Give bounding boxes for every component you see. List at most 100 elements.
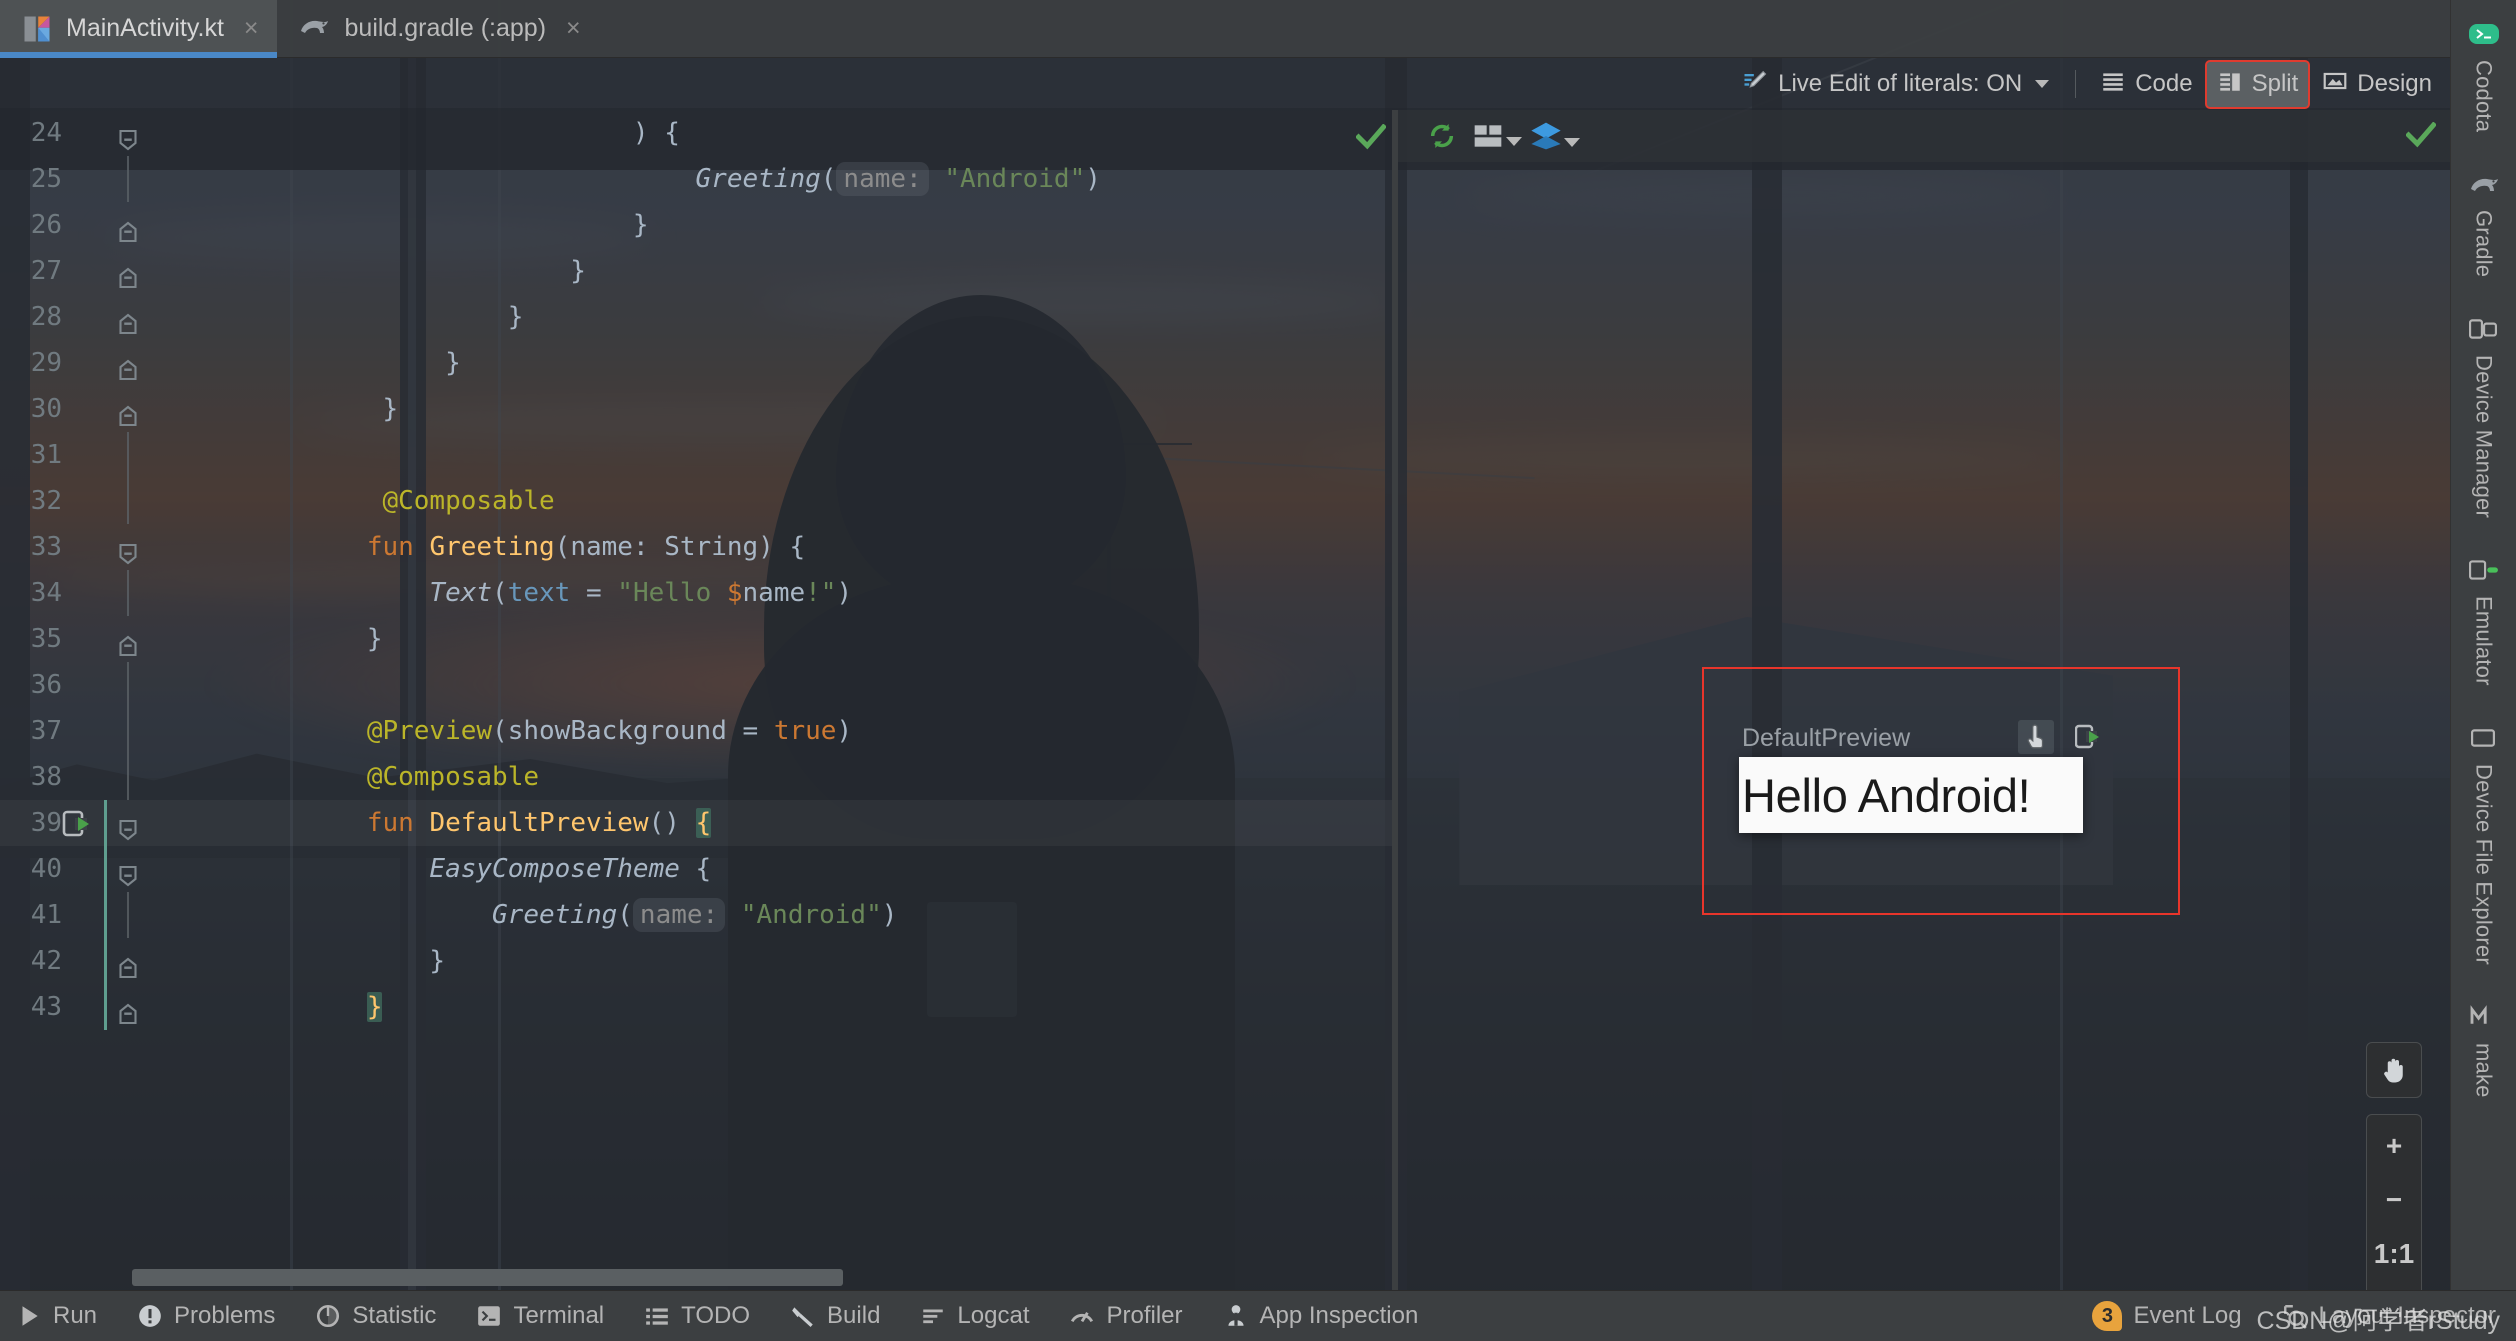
line-number: 38	[30, 762, 62, 792]
live-edit-label: Live Edit of literals: ON	[1778, 70, 2023, 97]
code-line: 42 }	[0, 938, 1392, 984]
fold-marker-icon[interactable]	[116, 305, 140, 335]
sidebar-item-device-file-explorer[interactable]: Device File Explorer	[2451, 712, 2516, 991]
layout-inspector-icon	[2282, 1303, 2308, 1329]
status-item-profiler[interactable]: Profiler	[1049, 1291, 1202, 1341]
editor-inspection-strip[interactable]	[1354, 110, 1392, 1290]
line-number: 36	[30, 670, 62, 700]
code-line: 34 Text(text = "Hello $name!")	[0, 570, 1392, 616]
status-item-logcat[interactable]: Logcat	[900, 1291, 1049, 1341]
mode-label: Code	[2135, 70, 2193, 97]
fold-marker-icon[interactable]	[116, 397, 140, 427]
chevron-down-icon[interactable]	[1506, 137, 1522, 146]
compose-preview-pane[interactable]: DefaultPreview Hello Android! + − 1:1	[1398, 110, 2450, 1290]
right-tool-sidebar: Codota Gradle Device Manager Emulator De…	[2450, 0, 2516, 1290]
interactive-mode-icon[interactable]	[2018, 720, 2054, 754]
sidebar-item-label: Device Manager	[2471, 355, 2497, 519]
editor-horizontal-scrollbar[interactable]	[132, 1269, 1358, 1286]
code-text-area[interactable]: 24 ) { 25 Greeting(name: "Android") 26 }…	[0, 110, 1392, 1290]
code-editor-pane[interactable]: 24 ) { 25 Greeting(name: "Android") 26 }…	[0, 110, 1392, 1290]
design-view-icon	[2322, 68, 2348, 101]
fold-marker-icon[interactable]	[116, 949, 140, 979]
code-line: 28 }	[0, 294, 1392, 340]
close-icon[interactable]: ×	[244, 16, 259, 41]
chevron-down-icon[interactable]	[1564, 138, 1580, 147]
status-item-build[interactable]: Build	[770, 1291, 900, 1341]
parameter-hint: name:	[632, 898, 726, 932]
tab-mainactivity-kt[interactable]: MainActivity.kt ×	[0, 0, 277, 58]
fold-marker-icon[interactable]	[116, 995, 140, 1025]
chevron-down-icon[interactable]	[2035, 80, 2050, 88]
device-manager-icon	[2468, 317, 2499, 345]
live-edit-of-literals-toggle[interactable]: Live Edit of literals: ON	[1727, 67, 2063, 102]
status-item-problems[interactable]: Problems	[117, 1291, 295, 1341]
line-number: 30	[30, 394, 62, 424]
view-layout-dropdown-icon[interactable]	[1468, 122, 1526, 150]
mode-button-code[interactable]: Code	[2088, 60, 2204, 109]
fold-marker-icon[interactable]	[116, 857, 140, 887]
line-number: 39	[30, 808, 62, 838]
sidebar-item-codota[interactable]: Codota	[2451, 8, 2516, 158]
zoom-out-icon[interactable]: −	[2367, 1173, 2421, 1227]
fold-marker-icon[interactable]	[116, 259, 140, 289]
sidebar-item-gradle[interactable]: Gradle	[2451, 158, 2516, 303]
sidebar-item-label: Gradle	[2471, 210, 2497, 278]
status-item-app-inspection[interactable]: App Inspection	[1203, 1291, 1439, 1341]
status-item-terminal[interactable]: Terminal	[456, 1291, 624, 1341]
line-number: 29	[30, 348, 62, 378]
zoom-actual-size[interactable]: 1:1	[2367, 1227, 2421, 1281]
sidebar-item-label: make	[2471, 1042, 2497, 1098]
status-item-label: Build	[827, 1302, 881, 1329]
tab-build-gradle-app[interactable]: build.gradle (:app) ×	[277, 0, 599, 57]
line-number: 34	[30, 578, 62, 608]
preview-canvas[interactable]: DefaultPreview Hello Android! + − 1:1	[1398, 162, 2450, 1290]
refresh-build-and-refresh-icon[interactable]	[1416, 114, 1468, 158]
sidebar-item-device-manager[interactable]: Device Manager	[2451, 303, 2516, 544]
run-preview-icon[interactable]	[2072, 720, 2108, 754]
fold-marker-icon[interactable]	[116, 351, 140, 381]
profiler-icon	[1069, 1303, 1095, 1329]
scrollbar-thumb[interactable]	[132, 1269, 844, 1286]
kotlin-file-icon	[22, 14, 52, 44]
status-item-layout-inspector[interactable]: Layout Inspector	[2262, 1291, 2516, 1341]
zoom-in-icon[interactable]: +	[2367, 1119, 2421, 1173]
fold-marker-icon[interactable]	[116, 213, 140, 243]
fold-marker-icon[interactable]	[116, 627, 140, 657]
run-preview-gutter-icon[interactable]	[62, 808, 96, 838]
code-scope-indicator	[104, 800, 107, 1030]
status-item-statistic[interactable]: Statistic	[295, 1291, 456, 1341]
mode-button-split[interactable]: Split	[2204, 59, 2311, 109]
editor-preview-splitter[interactable]	[1392, 110, 1398, 1290]
code-line: 24 ) {	[0, 110, 1392, 156]
status-item-run[interactable]: Run	[0, 1291, 117, 1341]
zoom-to-fit-icon[interactable]	[2367, 1281, 2421, 1290]
code-line: 35 }	[0, 616, 1392, 662]
preview-toolbar	[1398, 110, 2450, 162]
status-bar-right-group: 3 Event Log Layout Inspector CSDN@阿学者rSt…	[2076, 1291, 2516, 1341]
code-line: 27 }	[0, 248, 1392, 294]
fold-marker-icon[interactable]	[116, 811, 140, 841]
sidebar-item-emulator[interactable]: Emulator	[2451, 544, 2516, 712]
status-item-todo[interactable]: TODO	[624, 1291, 770, 1341]
line-number: 27	[30, 256, 62, 286]
fold-marker-icon[interactable]	[116, 535, 140, 565]
run-icon	[16, 1303, 42, 1329]
line-number: 40	[30, 854, 62, 884]
code-line: 38 @Composable	[0, 754, 1392, 800]
editor-action-toolbar: Live Edit of literals: ON Code Split Des…	[1727, 58, 2450, 110]
fold-marker-icon[interactable]	[116, 121, 140, 151]
pan-tool-icon[interactable]	[2366, 1042, 2422, 1098]
preview-rendered-text: Hello Android!	[1742, 768, 2031, 822]
statistic-icon	[315, 1303, 341, 1329]
line-number: 35	[30, 624, 62, 654]
layers-dropdown-icon[interactable]	[1526, 121, 1584, 151]
sidebar-item-make[interactable]: make	[2451, 991, 2516, 1124]
sidebar-item-label: Emulator	[2471, 596, 2497, 687]
mode-button-design[interactable]: Design	[2310, 60, 2444, 109]
inspection-ok-check-icon	[1354, 123, 1388, 150]
close-icon[interactable]: ×	[566, 16, 581, 41]
status-item-event-log[interactable]: 3 Event Log	[2076, 1291, 2261, 1341]
preview-rendered-device[interactable]: Hello Android!	[1739, 757, 2083, 833]
code-line-current[interactable]: 39 fun DefaultPreview() {	[0, 800, 1392, 846]
code-line: 30 }	[0, 386, 1392, 432]
